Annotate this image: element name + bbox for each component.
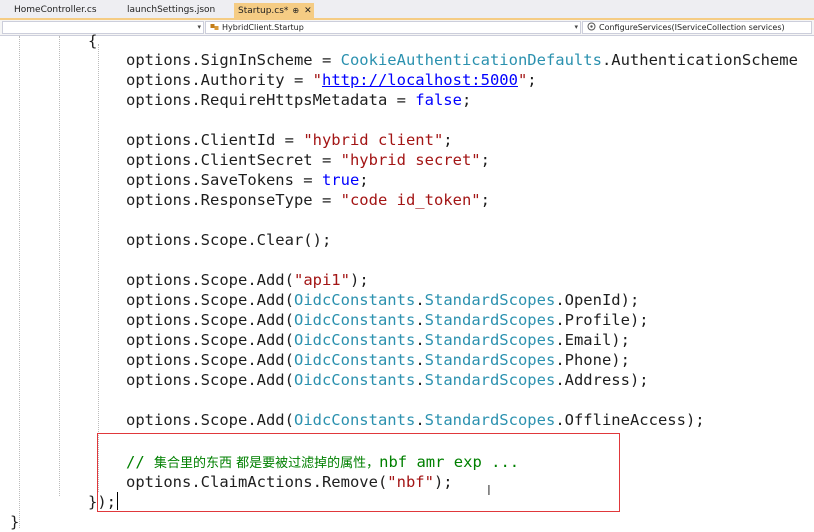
code-line: options.Scope.Add(OidcConstants.Standard… [126, 351, 630, 369]
code-line: options.Scope.Add("api1"); [126, 271, 369, 289]
url-link[interactable]: http://localhost:5000 [322, 71, 518, 89]
tab-label: Startup.cs* [238, 6, 289, 16]
pin-icon[interactable]: ⊕ [292, 3, 299, 18]
tab-label: launchSettings.json [127, 5, 216, 15]
member-label: ConfigureServices(IServiceCollection ser… [599, 23, 785, 32]
open-brace: { [88, 32, 98, 50]
tab-homecontroller[interactable]: HomeController.cs [14, 3, 97, 18]
code-line: options.Scope.Add(OidcConstants.Standard… [126, 291, 640, 309]
code-line: options.Scope.Clear(); [126, 231, 332, 249]
code-line: options.SaveTokens = true; [126, 171, 369, 189]
chevron-down-icon: ▾ [574, 23, 578, 31]
tab-launchsettings[interactable]: launchSettings.json [127, 3, 215, 18]
highlight-annotation-box [97, 433, 620, 512]
method-icon [587, 22, 596, 31]
chevron-down-icon: ▾ [197, 23, 201, 31]
code-line: options.SignInScheme = CookieAuthenticat… [126, 51, 798, 69]
tab-startup[interactable]: Startup.cs* ⊕ ✕ [234, 3, 314, 20]
code-line: options.ClientSecret = "hybrid secret"; [126, 151, 490, 169]
code-line: options.Scope.Add(OidcConstants.Standard… [126, 331, 630, 349]
indent-guide [19, 36, 20, 528]
class-icon [210, 24, 219, 30]
class-label: HybridClient.Startup [222, 23, 304, 32]
document-tab-bar: HomeController.cs launchSettings.json St… [0, 0, 814, 20]
indent-guide [98, 44, 99, 492]
code-line: options.ResponseType = "code id_token"; [126, 191, 490, 209]
code-line: options.Scope.Add(OidcConstants.Standard… [126, 311, 649, 329]
code-line: options.Authority = "http://localhost:50… [126, 71, 537, 89]
ibeam-cursor-icon: I [487, 484, 491, 499]
code-line: options.Scope.Add(OidcConstants.Standard… [126, 371, 649, 389]
code-line: options.RequireHttpsMetadata = false; [126, 91, 472, 109]
tab-label: HomeController.cs [14, 5, 97, 15]
member-dropdown[interactable]: ConfigureServices(IServiceCollection ser… [582, 21, 812, 34]
code-line: options.Scope.Add(OidcConstants.Standard… [126, 411, 705, 429]
indent-guide [59, 36, 60, 496]
class-dropdown[interactable]: HybridClient.Startup ▾ [205, 21, 581, 34]
close-icon[interactable]: ✕ [304, 4, 312, 19]
code-editor[interactable]: { options.SignInScheme = CookieAuthentic… [0, 32, 814, 531]
close-brace: } [10, 513, 20, 531]
project-dropdown[interactable]: ▾ [2, 21, 204, 34]
navigation-bar: ▾ HybridClient.Startup ▾ ConfigureServic… [0, 20, 814, 36]
code-line: options.ClientId = "hybrid client"; [126, 131, 453, 149]
